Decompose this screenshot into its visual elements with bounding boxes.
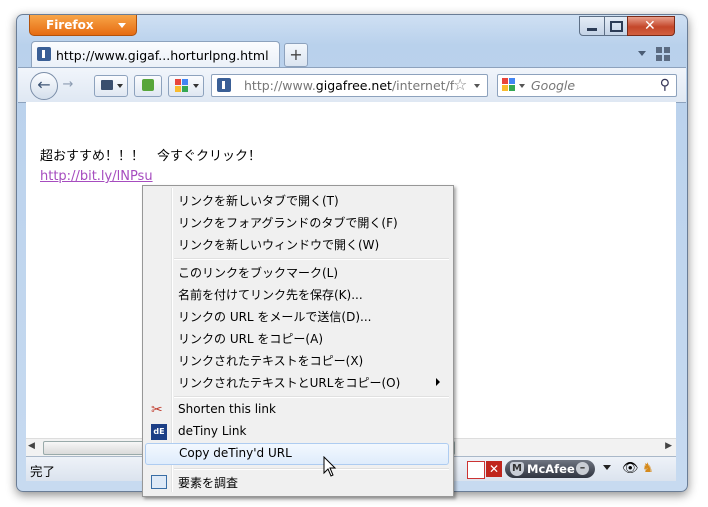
mcafee-dropdown-icon[interactable] bbox=[603, 465, 611, 470]
menu-item-detiny-link[interactable]: dE deTiny Link bbox=[145, 421, 449, 443]
menu-item-email-link[interactable]: リンクの URL をメールで送信(D)... bbox=[145, 305, 449, 327]
chevron-down-icon bbox=[118, 23, 126, 28]
bookmark-star-icon[interactable]: ☆ bbox=[453, 75, 467, 94]
menu-item-save-link[interactable]: 名前を付けてリンク先を保存(K)... bbox=[145, 283, 449, 305]
scissors-icon: ✂ bbox=[151, 402, 163, 418]
tab-title: http://www.gigaf...horturlpng.html bbox=[56, 48, 269, 63]
new-tab-button[interactable]: + bbox=[284, 43, 308, 67]
favicon-icon bbox=[37, 47, 51, 61]
addon-red-icon[interactable] bbox=[467, 461, 485, 479]
google-toolbar-button[interactable] bbox=[168, 75, 204, 97]
menu-item-copy-detinyd-url[interactable]: Copy deTiny'd URL bbox=[145, 443, 449, 465]
menu-item-shorten-link[interactable]: ✂ Shorten this link bbox=[145, 399, 449, 421]
detiny-icon: dE bbox=[151, 424, 167, 440]
short-url-link[interactable]: http://bit.ly/lNPsu bbox=[40, 169, 153, 184]
close-button[interactable]: ✕ bbox=[627, 16, 675, 36]
menu-separator bbox=[174, 258, 449, 260]
page-message: 超おすすめ！！！ 今すぐクリック！ bbox=[40, 149, 262, 164]
firefox-menu-label: Firefox bbox=[46, 18, 94, 32]
addon-figure-icon[interactable]: ♞ bbox=[642, 461, 658, 477]
search-bar[interactable]: Google ⚲ bbox=[497, 74, 677, 97]
menu-item-copy-link[interactable]: リンクの URL をコピー(A) bbox=[145, 327, 449, 349]
minimize-button[interactable] bbox=[579, 16, 605, 36]
menu-item-open-new-window[interactable]: リンクを新しいウィンドウで開く(W) bbox=[145, 233, 449, 255]
search-engine-dropdown-icon[interactable] bbox=[519, 84, 525, 88]
menu-item-open-new-tab[interactable]: リンクを新しいタブで開く(T) bbox=[145, 189, 449, 211]
forward-button[interactable]: → bbox=[58, 77, 78, 93]
eye-icon[interactable]: 👁 bbox=[622, 461, 639, 477]
mcafee-siteadvisor-button[interactable]: M McAfee – bbox=[505, 460, 595, 478]
mcafee-status-icon: – bbox=[576, 462, 589, 475]
maximize-button[interactable] bbox=[604, 16, 628, 36]
menu-item-inspect-element[interactable]: 要素を調査 bbox=[145, 471, 449, 493]
google-search-engine-icon[interactable] bbox=[502, 78, 516, 92]
puzzle-icon bbox=[142, 79, 154, 91]
menu-item-bookmark-link[interactable]: このリンクをブックマーク(L) bbox=[145, 261, 449, 283]
tab-list-icon[interactable] bbox=[638, 51, 646, 56]
tab-grid-icon[interactable] bbox=[656, 47, 670, 61]
submenu-arrow-icon bbox=[436, 378, 440, 386]
site-identity-icon bbox=[217, 78, 231, 92]
url-bar[interactable]: http://www.gigafree.net/internet/f ☆ bbox=[211, 74, 488, 97]
menu-separator bbox=[174, 468, 449, 470]
url-history-dropdown-icon[interactable] bbox=[474, 84, 480, 88]
minimize-icon bbox=[587, 28, 597, 31]
bookmarks-button[interactable] bbox=[94, 75, 128, 97]
mouse-cursor-icon bbox=[323, 456, 337, 477]
navigation-toolbar: ← → http://www.gigafree.net/internet/f ☆… bbox=[18, 67, 686, 103]
search-placeholder: Google bbox=[531, 78, 576, 93]
mcafee-label: McAfee bbox=[527, 462, 575, 476]
scroll-right-icon[interactable]: ▶ bbox=[665, 441, 672, 451]
url-text: http://www.gigafree.net/internet/f bbox=[244, 78, 454, 93]
close-icon: ✕ bbox=[644, 18, 656, 34]
search-icon[interactable]: ⚲ bbox=[660, 77, 670, 93]
scroll-left-icon[interactable]: ◀ bbox=[28, 441, 35, 451]
maximize-icon bbox=[610, 21, 623, 32]
tab-active[interactable]: http://www.gigaf...horturlpng.html bbox=[31, 41, 280, 68]
google-icon bbox=[175, 79, 189, 93]
inspect-icon bbox=[151, 475, 167, 489]
bookmark-icon bbox=[101, 80, 113, 90]
menu-item-copy-text-and-url[interactable]: リンクされたテキストとURLをコピー(O) bbox=[145, 371, 449, 393]
firefox-menu-button[interactable]: Firefox bbox=[29, 15, 137, 36]
context-menu: リンクを新しいタブで開く(T) リンクをフォアグランドのタブで開く(F) リンク… bbox=[142, 185, 454, 497]
menu-item-copy-link-text[interactable]: リンクされたテキストをコピー(X) bbox=[145, 349, 449, 371]
addons-button[interactable] bbox=[134, 75, 162, 97]
back-button[interactable]: ← bbox=[30, 72, 58, 100]
noscript-icon[interactable]: ✕ bbox=[486, 461, 502, 477]
menu-item-open-foreground-tab[interactable]: リンクをフォアグランドのタブで開く(F) bbox=[145, 211, 449, 233]
menu-separator bbox=[174, 396, 449, 398]
status-text: 完了 bbox=[30, 464, 56, 479]
mcafee-shield-icon: M bbox=[510, 462, 524, 476]
